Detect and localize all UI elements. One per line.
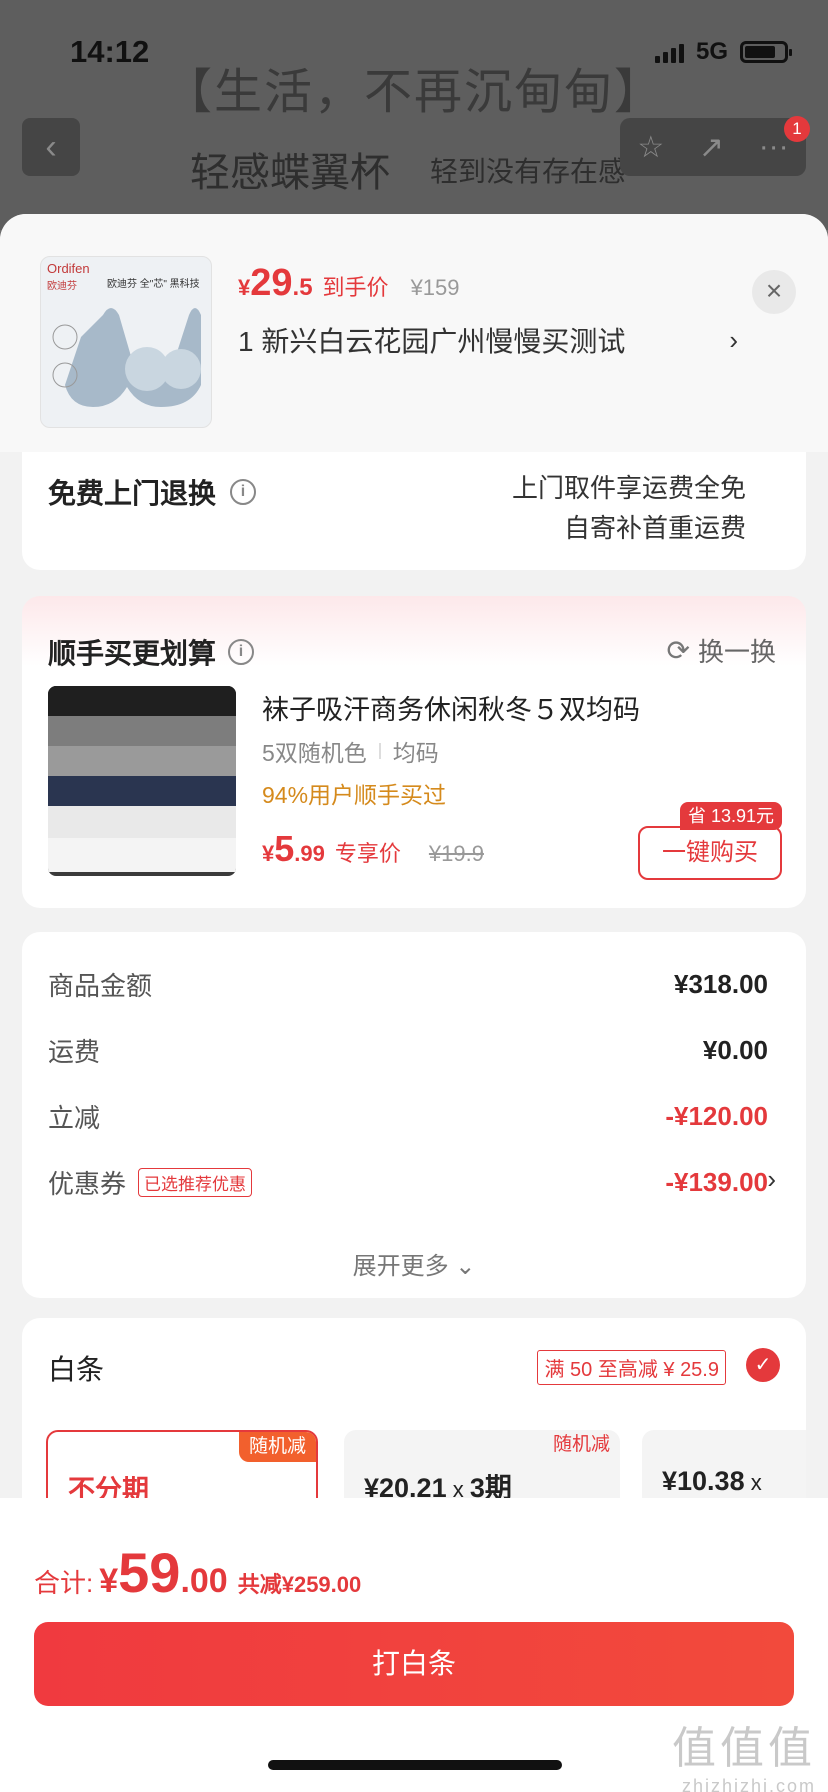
- banner-subtitle-side: 轻到没有存在感: [430, 156, 627, 187]
- total-saving: 共减¥259.00: [237, 1572, 362, 1597]
- banner-subtitle-main: 轻感蝶翼杯: [190, 151, 390, 195]
- addon-price-row: ¥5.99 专享价 ¥19.9: [262, 828, 484, 870]
- addon-price-label: 专享价: [334, 841, 401, 866]
- share-icon[interactable]: ↗: [699, 130, 724, 165]
- amount-row-shipping: 运费 ¥0.00: [48, 1035, 768, 1067]
- random-discount-tag: 随机减: [552, 1434, 610, 1455]
- price-label: 到手价: [322, 275, 389, 300]
- header-actions: ☆ ↗ ···: [620, 118, 806, 176]
- product-price-row: ¥29.5 到手价 ¥159: [238, 262, 460, 305]
- checkout-footer: 合计: ¥ 59 .00 共减¥259.00 打白条 值值值 zhizhizhi…: [0, 1498, 828, 1792]
- status-bar: 14:12 5G: [0, 0, 828, 104]
- favorite-icon[interactable]: ☆: [637, 130, 664, 165]
- chevron-right-icon[interactable]: ›: [767, 1164, 776, 1195]
- total-amount: 59: [118, 1541, 181, 1604]
- baitiao-promo-tag: 满 50 至高减 ¥ 25.9: [537, 1350, 726, 1385]
- expand-more-button[interactable]: 展开更多 ⌄: [22, 1246, 806, 1281]
- addon-buy-rate: 94%用户顺手买过: [262, 782, 447, 808]
- product-price: ¥29.5: [238, 262, 313, 304]
- addon-price: ¥5.99: [262, 828, 325, 869]
- buy-more-title: 顺手买更划算 i: [48, 632, 255, 672]
- total-row: 合计: ¥ 59 .00 共减¥259.00: [34, 1541, 362, 1604]
- addon-item-name: 袜子吸汗商务休闲秋冬５双均码: [262, 695, 640, 725]
- socks-image: [48, 686, 236, 876]
- swap-button[interactable]: ⟳ 换一换: [667, 632, 776, 669]
- save-badge: 省 13.91元: [679, 802, 782, 830]
- pay-baitiao-button[interactable]: 打白条: [34, 1622, 794, 1706]
- amount-row-goods: 商品金额 ¥318.00: [48, 969, 768, 1001]
- one-click-buy-button[interactable]: 一键购买: [638, 826, 782, 880]
- network-type: 5G: [695, 38, 728, 65]
- return-service-title: 免费上门退换 i: [48, 472, 257, 512]
- random-discount-tag: 随机减: [238, 1432, 316, 1462]
- info-icon[interactable]: i: [230, 479, 257, 505]
- addon-item-spec: 5双随机色 均码: [262, 740, 439, 766]
- product-thumbnail: Ordifen 欧迪芬 欧迪芬 全"芯" 黑科技: [40, 256, 212, 428]
- more-icon[interactable]: ···: [759, 130, 789, 164]
- back-button[interactable]: ‹: [22, 118, 80, 176]
- battery-icon: [740, 41, 792, 63]
- amount-summary-card: 商品金额 ¥318.00 运费 ¥0.00 立减 -¥120.00 优惠券 已选…: [22, 932, 806, 1298]
- home-indicator[interactable]: [268, 1760, 562, 1770]
- back-icon: ‹: [45, 127, 57, 166]
- baitiao-title: 白条: [48, 1354, 105, 1385]
- signal-icon: [654, 41, 684, 63]
- check-icon[interactable]: ✓: [746, 1348, 780, 1382]
- status-indicators: 5G: [654, 38, 792, 66]
- watermark: 值值值 zhizhizhi.com: [672, 1724, 816, 1792]
- close-button[interactable]: ×: [752, 270, 796, 314]
- amount-row-discount: 立减 -¥120.00: [48, 1101, 768, 1133]
- addon-original-price: ¥19.9: [428, 841, 484, 866]
- total-label: 合计:: [34, 1568, 94, 1598]
- return-service-desc: 上门取件享运费全免 自寄补首重运费: [511, 473, 746, 543]
- message-badge: 1: [784, 116, 810, 142]
- sheet-header: Ordifen 欧迪芬 欧迪芬 全"芯" 黑科技 ¥29.5 到手价 ¥159 …: [0, 214, 828, 452]
- buy-more-card: 顺手买更划算 i ⟳ 换一换 袜子吸汗商务休闲秋冬５双均码 5双随机色 均码 9…: [22, 596, 806, 908]
- chevron-right-icon: ›: [729, 324, 738, 355]
- status-time: 14:12: [70, 34, 150, 69]
- amount-row-coupon[interactable]: 优惠券 已选推荐优惠 -¥139.00: [48, 1164, 768, 1201]
- bra-image: [52, 308, 201, 407]
- refresh-icon: ⟳: [666, 635, 690, 666]
- address-text: 1 新兴白云花园广州慢慢买测试: [238, 326, 626, 357]
- address-row[interactable]: 1 新兴白云花园广州慢慢买测试 ›: [238, 320, 738, 360]
- info-icon[interactable]: i: [228, 639, 255, 665]
- original-price: ¥159: [410, 275, 460, 300]
- coupon-tag: 已选推荐优惠: [138, 1168, 253, 1197]
- close-icon: ×: [765, 275, 783, 306]
